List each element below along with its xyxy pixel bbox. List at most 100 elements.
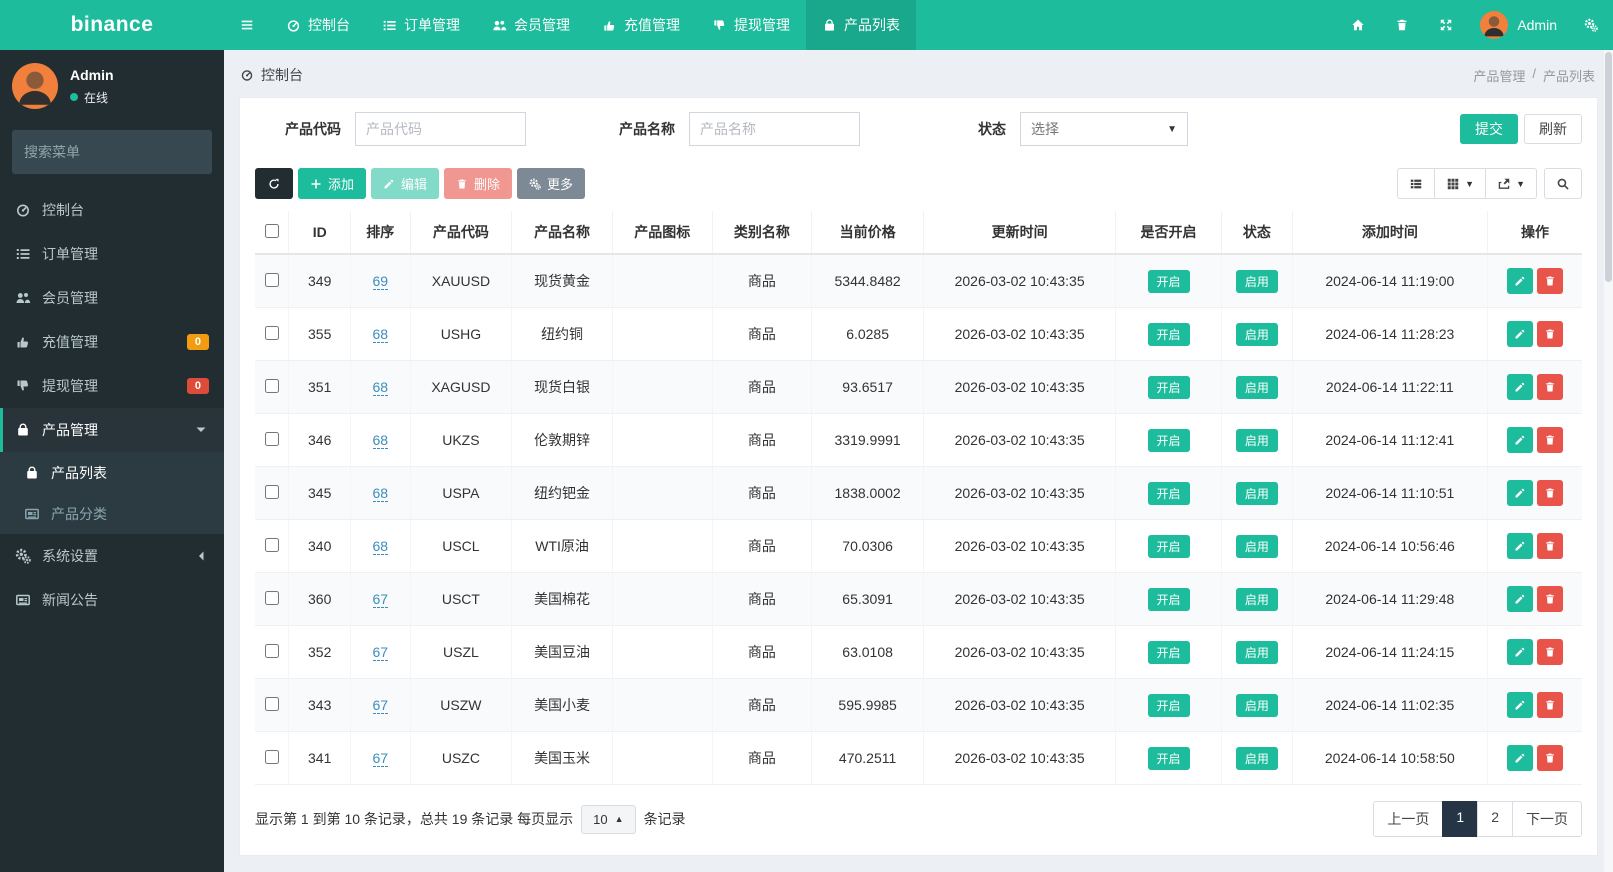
nav-tab-products[interactable]: 产品列表 (806, 0, 916, 50)
clear-cache-button[interactable] (1380, 0, 1424, 50)
delete-row-button[interactable] (1536, 533, 1563, 559)
row-checkbox[interactable] (264, 325, 279, 340)
sidebar-item-product-list[interactable]: 产品列表 (0, 452, 224, 493)
code-input[interactable] (355, 112, 526, 146)
tachometer-icon (15, 202, 31, 218)
scrollbar[interactable] (1604, 50, 1613, 872)
export-button[interactable]: ▼ (1485, 168, 1537, 199)
sidebar-item-settings[interactable]: 系统设置 (0, 534, 224, 578)
delete-row-button[interactable] (1536, 321, 1563, 347)
edit-row-button[interactable] (1506, 533, 1533, 559)
delete-button[interactable]: 删除 (444, 168, 513, 199)
row-checkbox[interactable] (264, 537, 279, 552)
scrollbar-thumb[interactable] (1605, 52, 1612, 282)
nav-tab-withdraw[interactable]: 提现管理 (696, 0, 806, 50)
page-size-select[interactable]: 10 ▲ (581, 804, 636, 834)
page-button-2[interactable]: 2 (1477, 801, 1513, 837)
select-all-checkbox[interactable] (264, 223, 279, 238)
cell-code: XAUUSD (409, 254, 512, 308)
delete-row-button[interactable] (1536, 639, 1563, 665)
status-badge: 启用 (1235, 693, 1278, 717)
status-badge: 启用 (1235, 587, 1278, 611)
row-checkbox[interactable] (264, 431, 279, 446)
sidebar-item-news[interactable]: 新闻公告 (0, 578, 224, 622)
status-select[interactable]: 选择 ▼ (1020, 112, 1188, 146)
sort-link[interactable]: 67 (372, 644, 389, 661)
sort-link[interactable]: 69 (372, 273, 389, 290)
edit-row-button[interactable] (1506, 321, 1533, 347)
delete-row-button[interactable] (1536, 692, 1563, 718)
breadcrumb-link-products[interactable]: 产品管理 (1473, 66, 1525, 85)
row-checkbox[interactable] (264, 749, 279, 764)
row-checkbox[interactable] (264, 272, 279, 287)
sort-link[interactable]: 68 (372, 326, 389, 343)
brand-logo[interactable]: binance (0, 0, 224, 50)
sidebar-item-orders[interactable]: 订单管理 (0, 232, 224, 276)
edit-row-button[interactable] (1506, 480, 1533, 506)
sidebar-item-withdraw[interactable]: 提现管理 0 (0, 364, 224, 408)
sidebar-search-input[interactable] (24, 144, 205, 160)
prev-page-button[interactable]: 上一页 (1373, 801, 1444, 837)
sidebar-item-recharge[interactable]: 充值管理 0 (0, 320, 224, 364)
delete-row-button[interactable] (1536, 374, 1563, 400)
pencil-icon (383, 178, 395, 190)
sidebar-toggle-button[interactable] (224, 0, 270, 50)
submit-button[interactable]: 提交 (1460, 114, 1518, 144)
sort-link[interactable]: 67 (372, 591, 389, 608)
sort-link[interactable]: 67 (372, 750, 389, 767)
home-button[interactable] (1336, 0, 1380, 50)
edit-row-button[interactable] (1506, 268, 1533, 294)
nav-tab-orders[interactable]: 订单管理 (366, 0, 476, 50)
user-menu[interactable]: Admin (1468, 0, 1569, 50)
sidebar-item-members[interactable]: 会员管理 (0, 276, 224, 320)
next-page-button[interactable]: 下一页 (1512, 801, 1582, 837)
reload-button[interactable] (255, 168, 293, 199)
sort-link[interactable]: 68 (372, 538, 389, 555)
delete-row-button[interactable] (1536, 268, 1563, 294)
nav-tab-dashboard[interactable]: 控制台 (270, 0, 366, 50)
sidebar-item-product-category[interactable]: 产品分类 (0, 493, 224, 534)
table-row: 341 67 USZC 美国玉米 商品 470.2511 2026-03-02 10:43:… (255, 731, 1582, 785)
table-row: 340 68 USCL WTI原油 商品 70.0306 2026-03-02 10:43:… (255, 519, 1582, 573)
column-header: ID (288, 211, 351, 255)
edit-row-button[interactable] (1506, 427, 1533, 453)
row-checkbox[interactable] (264, 484, 279, 499)
sort-link[interactable]: 68 (372, 485, 389, 502)
nav-tab-recharge[interactable]: 充值管理 (586, 0, 696, 50)
nav-tab-members[interactable]: 会员管理 (476, 0, 586, 50)
delete-row-button[interactable] (1536, 480, 1563, 506)
status-badge: 启用 (1235, 534, 1278, 558)
edit-row-button[interactable] (1506, 692, 1533, 718)
sidebar-item-dashboard[interactable]: 控制台 (0, 188, 224, 232)
refresh-button[interactable]: 刷新 (1524, 114, 1582, 144)
edit-row-button[interactable] (1506, 374, 1533, 400)
table-search-button[interactable] (1544, 168, 1582, 199)
row-checkbox[interactable] (264, 590, 279, 605)
sort-link[interactable]: 68 (372, 432, 389, 449)
row-checkbox[interactable] (264, 378, 279, 393)
fullscreen-button[interactable] (1424, 0, 1468, 50)
pencil-icon (1514, 434, 1526, 446)
row-checkbox[interactable] (264, 643, 279, 658)
row-checkbox[interactable] (264, 696, 279, 711)
edit-row-button[interactable] (1506, 586, 1533, 612)
sort-link[interactable]: 67 (372, 697, 389, 714)
edit-row-button[interactable] (1506, 745, 1533, 771)
more-button[interactable]: 更多 (517, 168, 586, 199)
delete-row-button[interactable] (1536, 745, 1563, 771)
delete-row-button[interactable] (1536, 586, 1563, 612)
settings-button[interactable] (1569, 0, 1613, 50)
edit-button[interactable]: 编辑 (371, 168, 440, 199)
sort-link[interactable]: 68 (372, 379, 389, 396)
page-button-1[interactable]: 1 (1442, 801, 1479, 837)
add-button[interactable]: 添加 (298, 168, 367, 199)
name-input[interactable] (689, 112, 860, 146)
columns-button[interactable]: ▼ (1434, 168, 1487, 199)
sidebar-item-products[interactable]: 产品管理 (0, 408, 224, 452)
cell-name: 美国豆油 (511, 625, 613, 679)
column-header: 产品名称 (511, 211, 613, 255)
detail-view-button[interactable] (1397, 168, 1436, 199)
grid-icon (1446, 177, 1460, 191)
delete-row-button[interactable] (1536, 427, 1563, 453)
edit-row-button[interactable] (1506, 639, 1533, 665)
